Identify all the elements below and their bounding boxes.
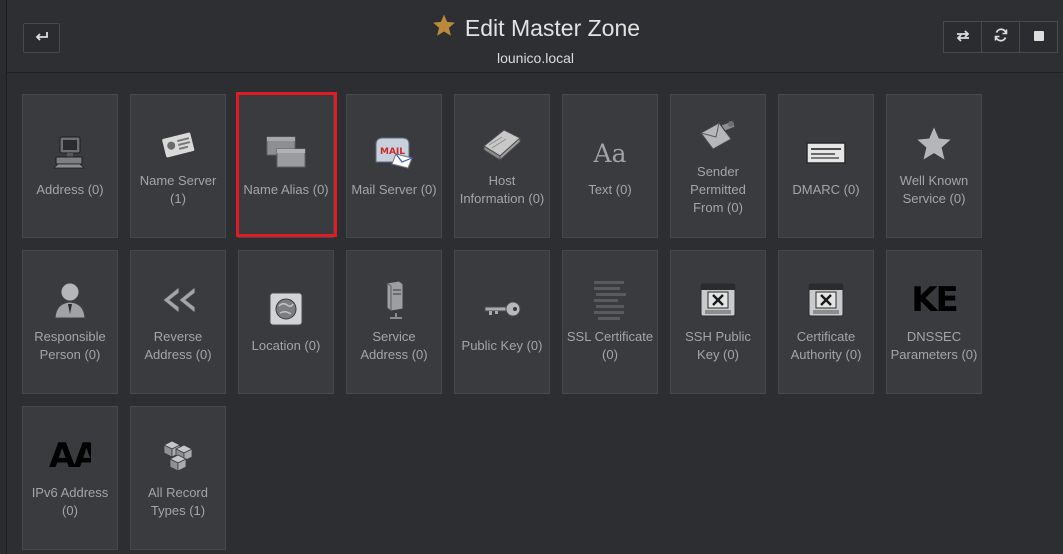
zone-name: lounico.local [496,50,575,66]
mailbox-icon: MAIL [372,133,416,173]
tile-label: DNSSEC Parameters (0) [890,329,978,362]
tile-reverse-address[interactable]: Reverse Address (0) [130,250,226,394]
star-icon [431,13,457,44]
tile-label: Location (0) [251,338,321,353]
stop-button[interactable] [1019,21,1058,53]
tile-label: IPv6 Address (0) [31,485,109,518]
title-area: Edit Master Zone lounico.local [7,13,1063,66]
ke-text-icon: KE [911,280,957,320]
tile-label: SSL Certificate (0) [566,329,654,362]
tile-label: Text (0) [588,182,632,197]
tile-location[interactable]: Location (0) [238,250,334,394]
tile-text[interactable]: Aa Text (0) [562,94,658,238]
server-icon [379,280,409,320]
tile-ssl-certificate[interactable]: SSL Certificate (0) [562,250,658,394]
tile-label: Well Known Service (0) [899,173,969,206]
tile-address[interactable]: Address (0) [22,94,118,238]
tile-label: All Record Types (1) [148,485,208,518]
tile-label: Responsible Person (0) [34,329,106,362]
tile-dnssec-parameters[interactable]: KE DNSSEC Parameters (0) [886,250,982,394]
tile-public-key[interactable]: Public Key (0) [454,250,550,394]
stop-icon [1033,29,1045,46]
page-title: Edit Master Zone [464,15,641,41]
computer-icon [50,133,90,173]
envelope-tools-icon [697,115,739,155]
tile-all-record-types[interactable]: All Record Types (1) [130,406,226,550]
book-icon [480,124,524,164]
tile-service-address[interactable]: Service Address (0) [346,250,442,394]
tile-label: Sender Permitted From (0) [690,164,746,215]
aa-text-icon: AA [49,436,91,476]
text-icon: Aa [593,138,627,168]
rewind-icon [157,280,199,320]
tile-ssh-public-key[interactable]: SSH Public Key (0) [670,250,766,394]
star-icon [914,124,954,164]
tile-host-information[interactable]: Host Information (0) [454,94,550,238]
tile-label: DMARC (0) [792,182,860,197]
id-card-icon [158,124,198,164]
tile-label: Public Key (0) [461,338,543,353]
tile-label: Certificate Authority (0) [790,329,862,362]
not-found-icon [807,280,845,320]
tile-name-server[interactable]: Name Server (1) [130,94,226,238]
not-found-icon [699,280,737,320]
refresh-icon [994,28,1008,46]
key-icon [481,289,523,329]
swap-button[interactable] [943,21,982,53]
certificate-text-icon [590,280,630,320]
tile-label: Name Server (1) [139,173,217,206]
highlight-box [236,92,337,237]
tile-label: Reverse Address (0) [144,329,212,362]
tile-sender-permitted-from[interactable]: Sender Permitted From (0) [670,94,766,238]
tile-responsible-person[interactable]: Responsible Person (0) [22,250,118,394]
cubes-icon [158,436,198,476]
person-icon [52,280,88,320]
tile-label: Service Address (0) [360,329,428,362]
tile-label: Address (0) [36,182,104,197]
tile-dmarc[interactable]: DMARC (0) [778,94,874,238]
swap-icon [955,29,971,46]
tile-certificate-authority[interactable]: Certificate Authority (0) [778,250,874,394]
tile-mail-server[interactable]: MAIL Mail Server (0) [346,94,442,238]
tile-label: Host Information (0) [459,173,545,206]
toolbar [943,21,1061,53]
header-bar: Edit Master Zone lounico.local [7,0,1063,73]
refresh-button[interactable] [981,21,1020,53]
tile-label: Mail Server (0) [351,182,437,197]
tile-label: SSH Public Key (0) [685,329,751,362]
email-card-icon [805,133,847,173]
tile-ipv6-address[interactable]: AA IPv6 Address (0) [22,406,118,550]
globe-icon [267,289,305,329]
tile-well-known-service[interactable]: Well Known Service (0) [886,94,982,238]
